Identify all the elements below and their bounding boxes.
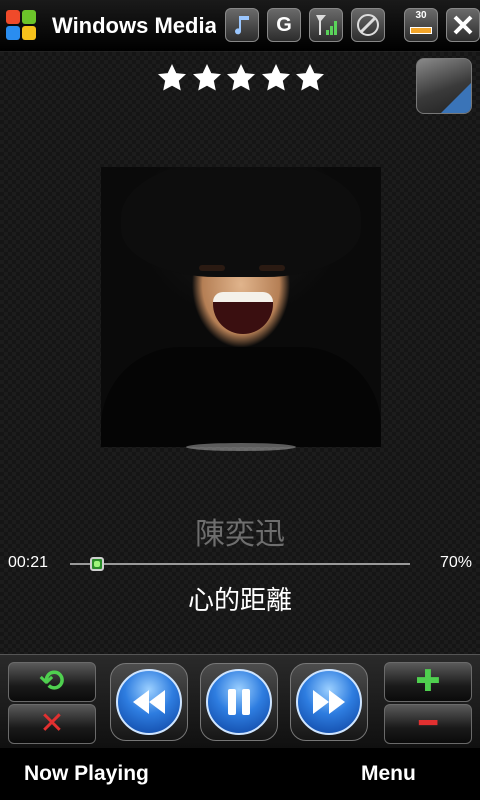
plus-icon: ✚ — [415, 665, 441, 698]
artist-name: 陳奕迅 — [195, 517, 285, 552]
star-icon[interactable] — [191, 62, 223, 94]
gprs-label: G — [276, 13, 292, 36]
gprs-g-icon[interactable]: G — [267, 8, 301, 42]
star-icon[interactable] — [294, 62, 326, 94]
windows-start-icon[interactable] — [6, 10, 38, 42]
close-icon[interactable] — [446, 8, 480, 42]
skin-toggle-button[interactable] — [416, 58, 472, 114]
softkey-bar: Now Playing Menu — [0, 748, 480, 800]
previous-button[interactable] — [110, 663, 188, 741]
fast-forward-icon — [313, 690, 345, 714]
softkey-menu[interactable]: Menu — [361, 762, 416, 786]
shuffle-button[interactable]: ✕ — [8, 704, 96, 744]
star-icon[interactable] — [260, 62, 292, 94]
signal-strength-icon[interactable] — [309, 8, 343, 42]
repeat-icon: ⟲ — [39, 665, 65, 698]
battery-level-bar — [410, 27, 432, 34]
repeat-button[interactable]: ⟲ — [8, 662, 96, 702]
progress-slider[interactable] — [70, 557, 410, 571]
star-icon[interactable] — [225, 62, 257, 94]
volume-percent: 70% — [439, 554, 472, 571]
app-title: Windows Media — [52, 13, 216, 38]
minus-icon: ━ — [418, 707, 438, 740]
shuffle-icon: ✕ — [39, 707, 65, 740]
title-bar: Windows Media G 30 — [0, 0, 480, 52]
elapsed-time: 00:21 — [8, 554, 49, 571]
album-art[interactable] — [101, 167, 381, 447]
rewind-icon — [133, 690, 165, 714]
battery-label: 30 — [415, 10, 427, 21]
album-reflection — [186, 443, 296, 451]
next-button[interactable] — [290, 663, 368, 741]
star-icon[interactable] — [156, 62, 188, 94]
music-note-icon[interactable] — [225, 8, 259, 42]
volume-down-button[interactable]: ━ — [384, 704, 472, 744]
pause-button[interactable] — [200, 663, 278, 741]
song-title: 心的距離 — [187, 586, 292, 616]
volume-icon[interactable] — [351, 8, 385, 42]
rating-stars[interactable] — [156, 62, 326, 96]
player-area: 陳奕迅 00:21 70% 心的距離 — [0, 52, 480, 654]
volume-up-button[interactable]: ✚ — [384, 662, 472, 702]
pause-icon — [228, 689, 250, 715]
battery-icon[interactable]: 30 — [404, 8, 438, 42]
control-bar: ⟲ ✕ ✚ ━ — [0, 654, 480, 748]
progress-thumb[interactable] — [90, 557, 105, 571]
softkey-now-playing[interactable]: Now Playing — [24, 762, 149, 786]
page-fold-icon — [441, 83, 471, 113]
